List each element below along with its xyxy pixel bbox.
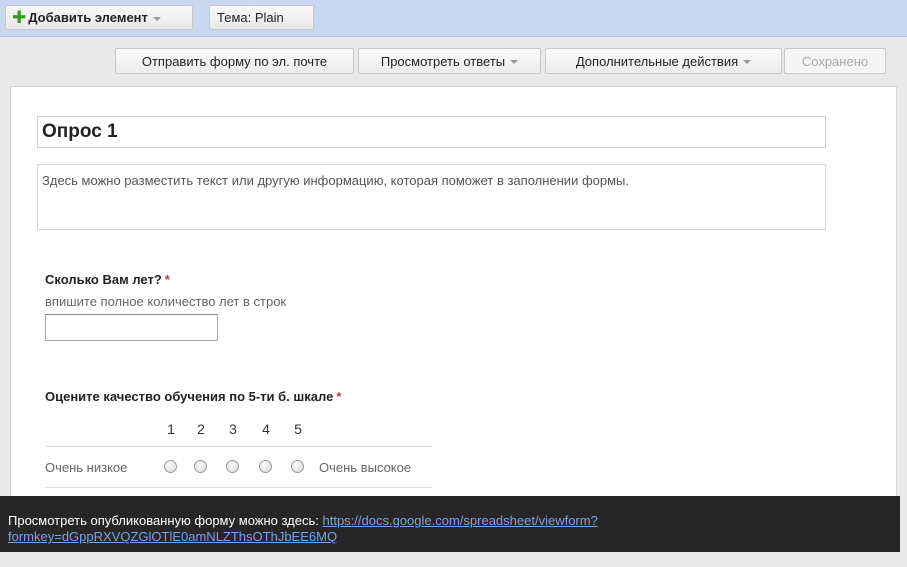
required-mark: * (336, 389, 342, 404)
scale-radio-2[interactable] (194, 460, 207, 473)
scale-number: 5 (294, 421, 302, 437)
more-actions-button[interactable]: Дополнительные действия (545, 48, 782, 74)
add-item-button[interactable]: ✚ Добавить элемент (5, 5, 193, 30)
scale-radio-3[interactable] (226, 460, 239, 473)
plus-icon: ✚ (12, 8, 27, 27)
scale-radio-4[interactable] (259, 460, 272, 473)
scale-radio-1[interactable] (164, 460, 177, 473)
scale-number: 3 (229, 421, 237, 437)
scale-high-label: Очень высокое (319, 460, 412, 475)
top-toolbar: ✚ Добавить элемент Тема: Plain (0, 0, 907, 37)
scale-divider (45, 487, 432, 488)
email-form-button[interactable]: Отправить форму по эл. почте (115, 48, 354, 74)
published-form-info-bar: Просмотреть опубликованную форму можно з… (0, 496, 900, 552)
question-title: Оцените качество обучения по 5-ти б. шка… (45, 389, 341, 404)
link-line-2: formkey=dGppRXVQZGlOTlE0amNLZThsOThJbEE6… (8, 529, 338, 544)
add-item-label: Добавить элемент (28, 10, 148, 25)
theme-button[interactable]: Тема: Plain (209, 5, 314, 30)
scale-radio-5[interactable] (291, 460, 304, 473)
scale-low-label: Очень низкое (45, 460, 128, 475)
form-title-input[interactable]: Опрос 1 (37, 116, 826, 148)
more-actions-label: Дополнительные действия (575, 53, 739, 69)
question-title: Сколько Вам лет? * (45, 272, 170, 287)
view-responses-label: Просмотреть ответы (380, 53, 506, 69)
form-editor-panel: Опрос 1 Здесь можно разместить текст или… (10, 86, 897, 546)
saved-status-button: Сохранено (784, 48, 886, 74)
theme-value: Plain (254, 10, 284, 25)
scale-number: 2 (197, 421, 205, 437)
form-description-textarea[interactable]: Здесь можно разместить текст или другую … (37, 164, 826, 230)
scale-number: 4 (262, 421, 270, 437)
email-form-label: Отправить форму по эл. почте (141, 53, 328, 69)
chevron-down-icon (510, 60, 519, 64)
view-responses-button[interactable]: Просмотреть ответы (358, 48, 541, 74)
question-help-text: впишите полное количество лет в строк (45, 294, 287, 309)
form-description-text: Здесь можно разместить текст или другую … (42, 173, 629, 188)
age-answer-input[interactable] (45, 314, 218, 341)
chevron-down-icon (743, 60, 752, 64)
saved-label: Сохранено (801, 53, 869, 69)
scale-number: 1 (167, 421, 175, 437)
chevron-down-icon (152, 16, 161, 21)
scale-divider (45, 446, 432, 447)
link-line-1: https://docs.google.com/spreadsheet/view… (322, 513, 598, 528)
theme-label: Тема: (217, 10, 252, 25)
question-title-text: Оцените качество обучения по 5-ти б. шка… (45, 389, 334, 404)
form-title-text: Опрос 1 (42, 121, 118, 142)
required-mark: * (164, 272, 170, 287)
question-title-text: Сколько Вам лет? (45, 272, 162, 287)
info-text: Просмотреть опубликованную форму можно з… (8, 513, 319, 528)
